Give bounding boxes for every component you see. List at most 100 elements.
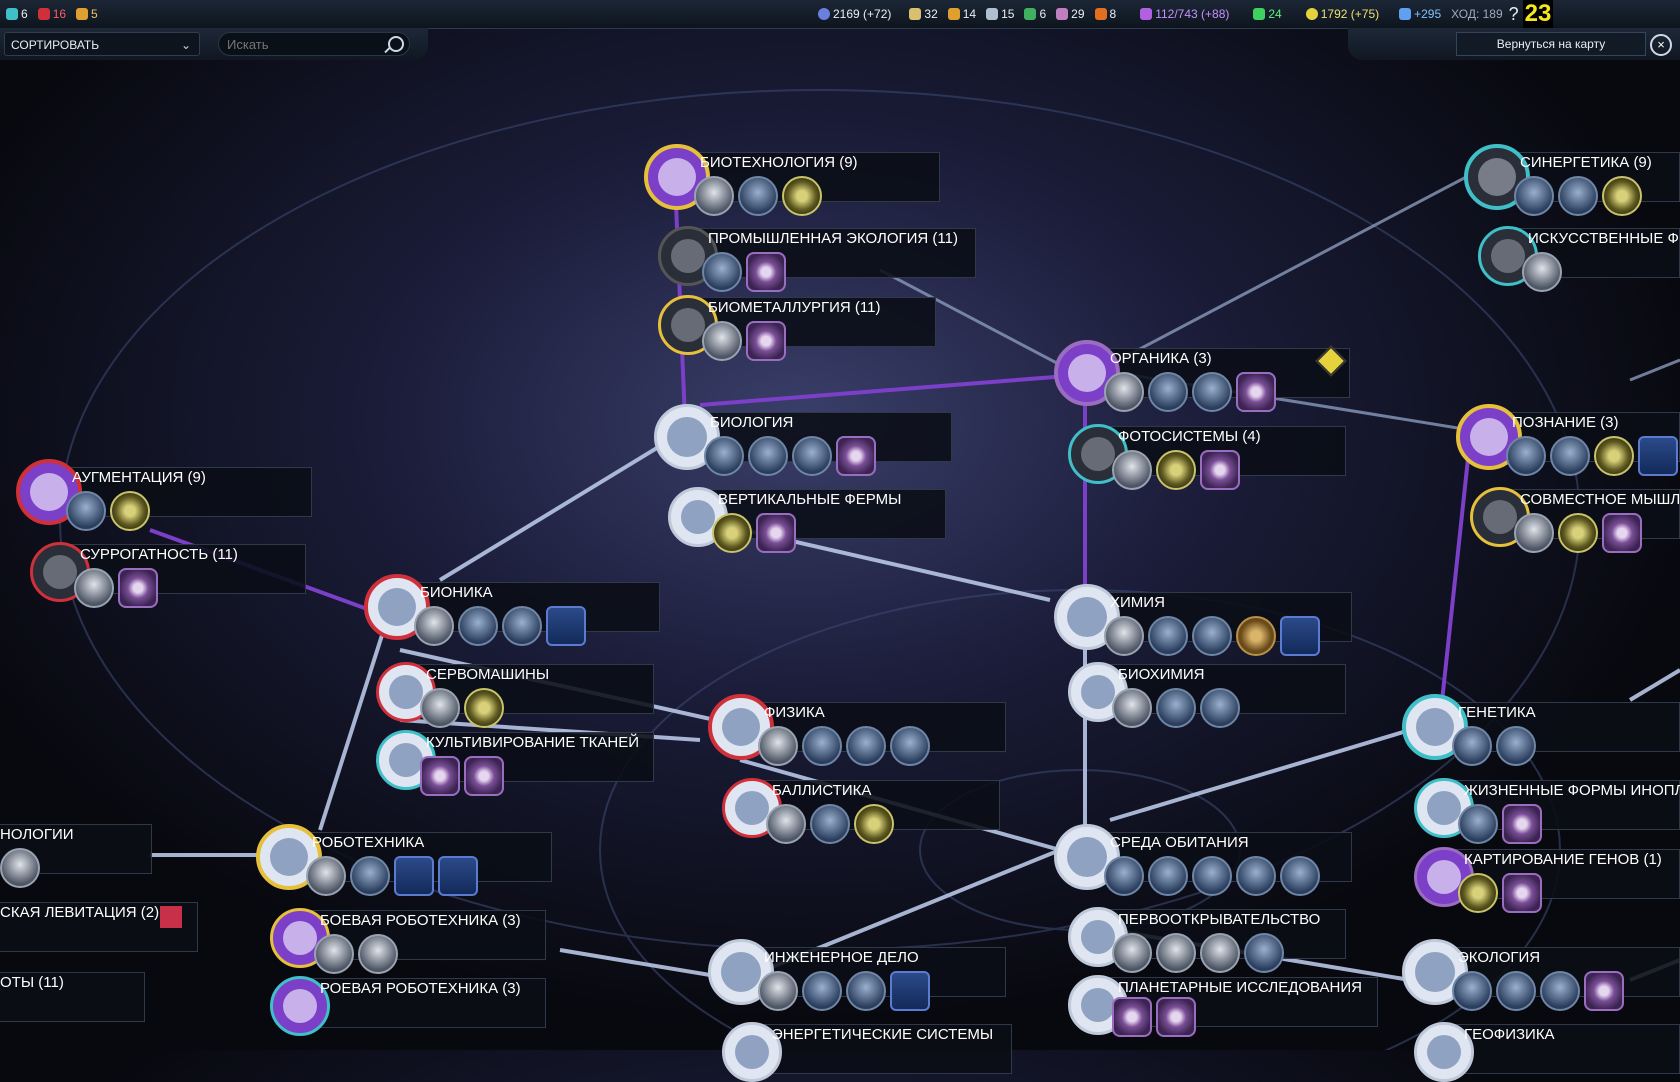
tech-node-tissue-culture[interactable]: КУЛЬТИВИРОВАНИЕ ТКАНЕЙ (376, 730, 654, 796)
wonder-icon[interactable] (118, 568, 158, 608)
unit-icon[interactable] (758, 726, 798, 766)
tech-node-partial-oty[interactable]: ОТЫ (11) (0, 970, 145, 1022)
orbital-icon[interactable] (394, 856, 434, 896)
resource-3[interactable]: 15 (986, 7, 1014, 21)
building-icon[interactable] (1192, 372, 1232, 412)
tech-node-gene-mapping[interactable]: КАРТИРОВАНИЕ ГЕНОВ (1) (1414, 847, 1680, 913)
building-icon[interactable] (1550, 436, 1590, 476)
resource-icon[interactable] (464, 688, 504, 728)
help-button[interactable]: ? (1509, 4, 1519, 25)
building-icon[interactable] (1496, 726, 1536, 766)
building-icon[interactable] (1540, 971, 1580, 1011)
unit-icon[interactable] (1200, 933, 1240, 973)
tech-node-joint-thinking[interactable]: СОВМЕСТНОЕ МЫШЛ (1470, 487, 1680, 553)
building-icon[interactable] (1156, 688, 1196, 728)
improvement-icon[interactable] (748, 436, 788, 476)
unit-icon[interactable] (766, 804, 806, 844)
resource-icon[interactable] (1602, 176, 1642, 216)
tech-node-organics[interactable]: ОРГАНИКА (3) (1054, 340, 1350, 412)
orbital-icon[interactable] (438, 856, 478, 896)
tech-node-artificial[interactable]: ИСКУССТВЕННЫЕ Ф (1478, 226, 1680, 292)
wonder-icon[interactable] (1502, 804, 1542, 844)
wonder-icon[interactable] (464, 756, 504, 796)
resource-icon[interactable] (782, 176, 822, 216)
unit-icon[interactable] (1112, 933, 1152, 973)
building-icon[interactable] (810, 804, 850, 844)
building-icon[interactable] (890, 726, 930, 766)
unit-icon[interactable] (0, 848, 40, 888)
tech-node-vertical-farms[interactable]: ВЕРТИКАЛЬНЫЕ ФЕРМЫ (668, 487, 946, 553)
building-icon[interactable] (1148, 372, 1188, 412)
unit-icon[interactable] (1514, 513, 1554, 553)
tech-node-ecology[interactable]: ЭКОЛОГИЯ (1402, 939, 1680, 1011)
improvement-icon[interactable] (1192, 856, 1232, 896)
resource-1[interactable]: 32 (909, 7, 938, 21)
tech-node-surrogacy[interactable]: СУРРОГАТНОСТЬ (11) (30, 542, 306, 608)
unit-icon[interactable] (792, 436, 832, 476)
building-icon[interactable] (1558, 176, 1598, 216)
affinity-harmony-stat[interactable]: 6 (6, 7, 28, 21)
tech-node-robotics[interactable]: РОБОТЕХНИКА (256, 824, 552, 896)
building-icon[interactable] (1148, 616, 1188, 656)
orbital-icon[interactable] (1280, 616, 1320, 656)
resource-icon[interactable] (712, 513, 752, 553)
tech-node-planetary-survey[interactable]: ПЛАНЕТАРНЫЕ ИССЛЕДОВАНИЯ (1068, 975, 1378, 1037)
orbital-icon[interactable] (546, 606, 586, 646)
building-icon[interactable] (1458, 804, 1498, 844)
unit-icon[interactable] (1112, 688, 1152, 728)
building-icon[interactable] (1192, 616, 1232, 656)
unit-icon[interactable] (306, 856, 346, 896)
tech-node-biology[interactable]: БИОЛОГИЯ (654, 404, 952, 476)
tech-node-industrial-ecology[interactable]: ПРОМЫШЛЕННАЯ ЭКОЛОГИЯ (11) (658, 226, 976, 292)
wonder-icon[interactable] (420, 756, 460, 796)
wonder-icon[interactable] (1584, 971, 1624, 1011)
science-rate-stat[interactable]: +295 (1399, 7, 1441, 21)
wonder-icon[interactable] (746, 252, 786, 292)
orbital-icon[interactable] (890, 971, 930, 1011)
building-icon[interactable] (458, 606, 498, 646)
resource-icon[interactable] (1594, 436, 1634, 476)
science-stat[interactable]: 2169 (+72) (818, 7, 891, 21)
tech-node-cognition[interactable]: ПОЗНАНИЕ (3) (1456, 404, 1680, 476)
building-icon[interactable] (1496, 971, 1536, 1011)
tech-node-biotech[interactable]: БИОТЕХНОЛОГИЯ (9) (644, 144, 940, 216)
wonder-icon[interactable] (1112, 997, 1152, 1037)
tech-node-alien-lifeforms[interactable]: ЖИЗНЕННЫЕ ФОРМЫ ИНОПЛ (1414, 778, 1680, 844)
tech-node-swarm-robotics[interactable]: РОЕВАЯ РОБОТЕХНИКА (3) (270, 976, 546, 1036)
search-icon[interactable] (388, 36, 404, 52)
wonder-icon[interactable] (1236, 372, 1276, 412)
tech-node-geophysics[interactable]: ГЕОФИЗИКА (1414, 1022, 1680, 1082)
unit-icon[interactable] (414, 606, 454, 646)
building-icon[interactable] (1200, 688, 1240, 728)
building-icon[interactable] (1236, 856, 1276, 896)
resource-icon[interactable] (1458, 873, 1498, 913)
energy-stat[interactable]: 1792 (+75) (1305, 7, 1379, 21)
tech-node-engineering[interactable]: ИНЖЕНЕРНОЕ ДЕЛО (708, 939, 1006, 1011)
close-icon[interactable]: × (1650, 34, 1672, 56)
wonder-icon[interactable] (1602, 513, 1642, 553)
building-icon[interactable] (802, 971, 842, 1011)
wonder-icon[interactable] (1200, 450, 1240, 490)
building-icon[interactable] (846, 726, 886, 766)
unit-icon[interactable] (1156, 933, 1196, 973)
wonder-icon[interactable] (1156, 997, 1196, 1037)
improvement-icon[interactable] (1104, 856, 1144, 896)
building-icon[interactable] (350, 856, 390, 896)
resource-icon[interactable] (1156, 450, 1196, 490)
unit-icon[interactable] (758, 971, 798, 1011)
culture-stat[interactable]: 112/743 (+88) (1140, 7, 1229, 21)
tech-node-habitat[interactable]: СРЕДА ОБИТАНИЯ (1054, 824, 1352, 896)
building-icon[interactable] (738, 176, 778, 216)
affinity-supremacy-stat[interactable]: 5 (76, 7, 98, 21)
unit-icon[interactable] (420, 688, 460, 728)
tech-node-chemistry[interactable]: ХИМИЯ (1054, 584, 1352, 656)
resource-4[interactable]: 6 (1024, 7, 1046, 21)
resource-icon[interactable] (110, 491, 150, 531)
building-icon[interactable] (1244, 933, 1284, 973)
unit-icon[interactable] (1104, 372, 1144, 412)
tech-node-photosystems[interactable]: ФОТОСИСТЕМЫ (4) (1068, 424, 1346, 490)
resource-icon[interactable] (854, 804, 894, 844)
unit-icon[interactable] (1522, 252, 1562, 292)
building-icon[interactable] (1280, 856, 1320, 896)
unit-icon[interactable] (1104, 616, 1144, 656)
